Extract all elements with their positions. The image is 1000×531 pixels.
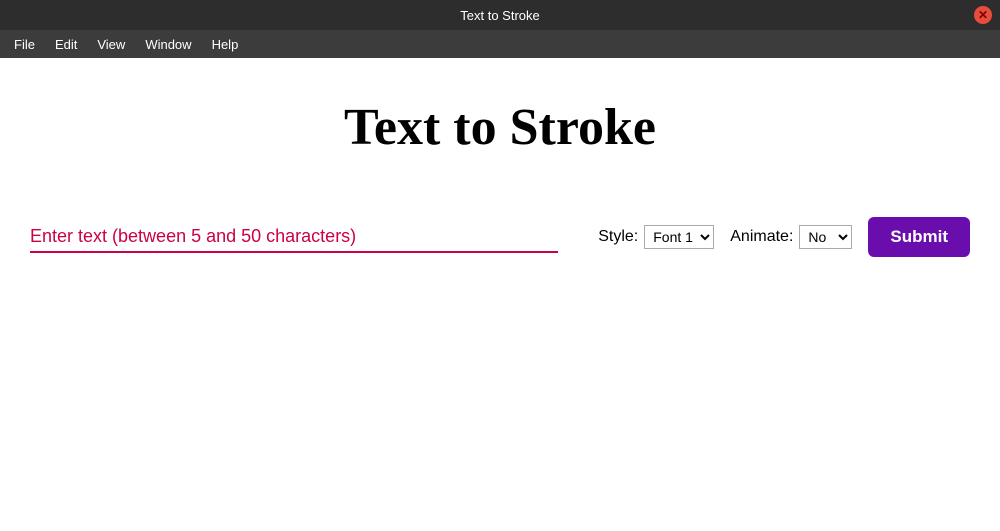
menu-view[interactable]: View	[87, 33, 135, 56]
menu-help[interactable]: Help	[202, 33, 249, 56]
menu-file[interactable]: File	[4, 33, 45, 56]
style-select[interactable]: Font 1 Font 2 Font 3	[644, 225, 714, 249]
animate-label: Animate:	[730, 228, 793, 246]
menu-edit[interactable]: Edit	[45, 33, 87, 56]
page-title: Text to Stroke	[344, 98, 656, 157]
style-label: Style:	[598, 228, 638, 246]
menu-bar: File Edit View Window Help	[0, 30, 1000, 58]
window-title: Text to Stroke	[460, 8, 539, 23]
controls-row: Style: Font 1 Font 2 Font 3 Animate: No …	[0, 217, 1000, 257]
submit-button[interactable]: Submit	[868, 217, 970, 257]
close-button[interactable]: ✕	[974, 6, 992, 24]
title-bar: Text to Stroke ✕	[0, 0, 1000, 30]
animate-select[interactable]: No Yes	[799, 225, 852, 249]
main-content: Text to Stroke Style: Font 1 Font 2 Font…	[0, 58, 1000, 531]
menu-window[interactable]: Window	[135, 33, 201, 56]
text-input[interactable]	[30, 222, 558, 253]
